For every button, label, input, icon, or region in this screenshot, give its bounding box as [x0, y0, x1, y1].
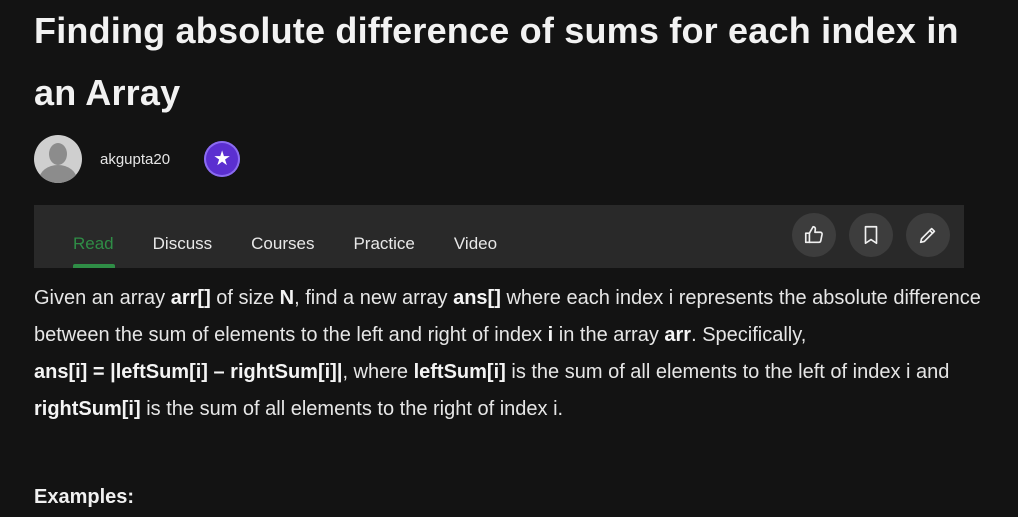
bold-term: arr[]: [170, 287, 211, 309]
author-name[interactable]: akgupta20: [100, 151, 170, 168]
tab-practice-label: Practice: [353, 234, 415, 253]
article-actions: [779, 213, 950, 257]
tab-courses[interactable]: Courses: [251, 205, 314, 268]
problem-statement-paragraph: Given an array arr[] of size N, find a n…: [34, 280, 984, 354]
bold-term: N: [279, 287, 295, 309]
active-tab-indicator: [73, 264, 115, 268]
bold-term: ans[i] = |leftSum[i] – rightSum[i]|: [34, 361, 343, 383]
tab-courses-label: Courses: [251, 234, 315, 253]
tab-read-label: Read: [73, 234, 114, 253]
text-fragment: Given an array: [34, 287, 171, 309]
edit-button[interactable]: [906, 213, 950, 257]
tab-practice[interactable]: Practice: [353, 205, 414, 268]
page-title: Finding absolute difference of sums for …: [34, 10, 959, 113]
tab-video-label: Video: [453, 234, 498, 253]
text-fragment: is the sum of all elements to the right …: [140, 398, 564, 420]
bookmark-icon: [864, 225, 878, 245]
tab-read[interactable]: Read: [73, 205, 115, 268]
edit-icon: [919, 227, 936, 244]
like-button[interactable]: [792, 213, 836, 257]
avatar-body: [39, 165, 77, 183]
tab-discuss-label: Discuss: [152, 234, 213, 253]
article-body: Given an array arr[] of size N, find a n…: [34, 280, 984, 428]
formula-paragraph: ans[i] = |leftSum[i] – rightSum[i]|, whe…: [34, 354, 984, 428]
star-badge-icon[interactable]: ★: [204, 141, 241, 177]
author-row: akgupta20 ★: [34, 134, 241, 184]
bold-term: ans[]: [453, 287, 501, 309]
tab-discuss[interactable]: Discuss: [153, 205, 213, 268]
text-fragment: . Specifically,: [691, 324, 807, 346]
bold-term: leftSum[i]: [413, 361, 506, 383]
like-icon: [804, 225, 823, 244]
bold-term: rightSum[i]: [34, 398, 141, 420]
bookmark-button[interactable]: [849, 213, 893, 257]
text-fragment: is the sum of all elements to the left o…: [505, 361, 950, 383]
avatar[interactable]: [34, 135, 82, 183]
article-tab-bar: Read Discuss Courses Practice Video: [34, 205, 964, 268]
avatar-head: [49, 143, 67, 165]
text-fragment: , where: [342, 361, 414, 383]
tabs: Read Discuss Courses Practice Video: [73, 205, 536, 268]
text-fragment: in the array: [553, 324, 665, 346]
text-fragment: , find a new array: [294, 287, 454, 309]
article-page: Finding absolute difference of sums for …: [0, 0, 1018, 517]
text-fragment: of size: [210, 287, 280, 309]
bold-term: arr: [664, 324, 692, 346]
examples-heading: Examples:: [34, 486, 135, 508]
tab-video[interactable]: Video: [454, 205, 497, 268]
